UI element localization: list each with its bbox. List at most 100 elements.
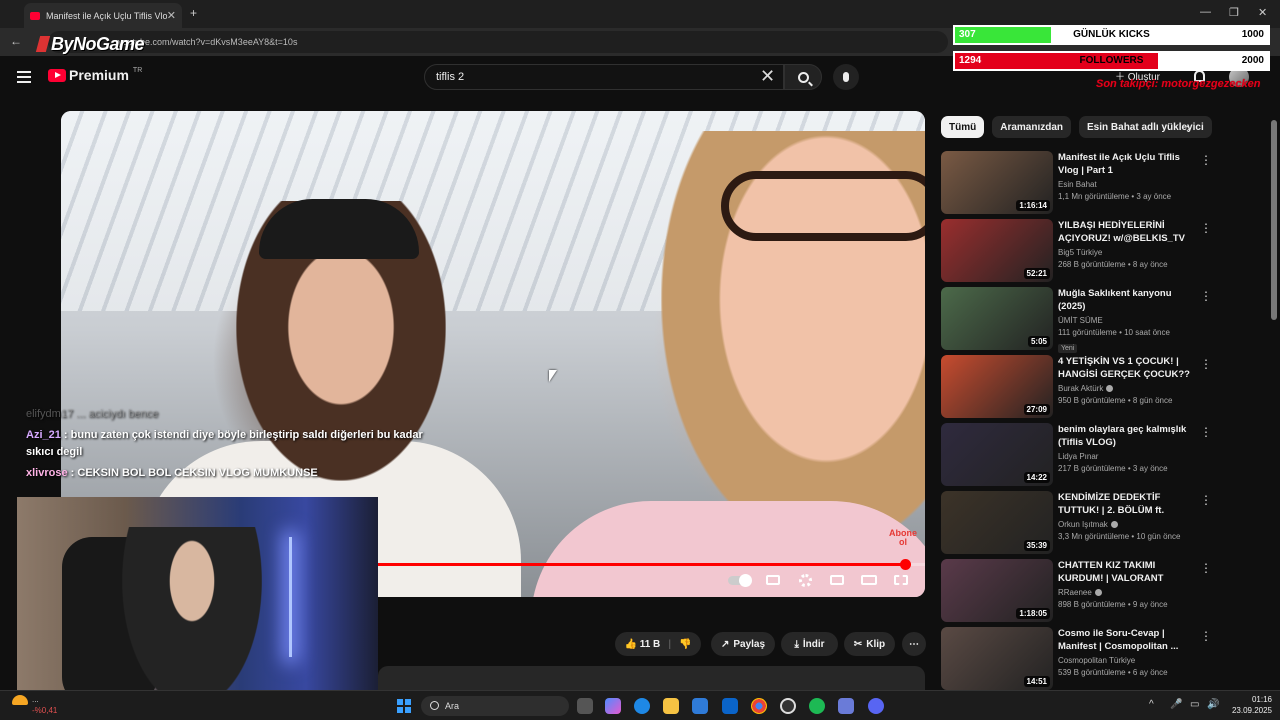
settings-gear-icon[interactable] — [796, 573, 814, 587]
edge-icon[interactable] — [634, 698, 650, 714]
tray-volume-icon[interactable]: 🔊 — [1207, 699, 1219, 710]
video-title[interactable]: YILBAŞI HEDİYELERİNİ AÇIYORUZ! w/@BELKIS… — [1058, 219, 1194, 245]
recommendation-item[interactable]: 52:21 YILBAŞI HEDİYELERİNİ AÇIYORUZ! w/@B… — [941, 219, 1212, 283]
tray-network-icon[interactable]: ▭ — [1190, 699, 1199, 710]
subtitles-icon[interactable] — [764, 573, 782, 587]
menu-icon[interactable] — [17, 71, 31, 83]
search-button[interactable] — [784, 64, 822, 90]
video-thumbnail[interactable]: 5:05 — [941, 287, 1053, 350]
video-thumbnail[interactable]: 14:51 — [941, 627, 1053, 690]
verified-check-icon — [1106, 385, 1114, 392]
video-thumbnail[interactable]: 27:09 — [941, 355, 1053, 418]
chip-all[interactable]: Tümü — [941, 116, 985, 138]
fullscreen-icon[interactable] — [892, 573, 910, 587]
new-tab-icon[interactable]: + — [190, 6, 197, 20]
taskbar-clock[interactable]: 01:16 23.09.2025 — [1228, 694, 1272, 716]
channel-name[interactable]: Esin Bahat — [1058, 180, 1194, 189]
video-thumbnail[interactable]: 52:21 — [941, 219, 1053, 282]
channel-name[interactable]: ÜMİT SÜME — [1058, 316, 1194, 325]
chrome-icon[interactable] — [751, 698, 767, 714]
more-options-icon[interactable]: ⋮ — [1200, 425, 1212, 439]
video-title[interactable]: Muğla Saklıkent kanyonu (2025) — [1058, 287, 1194, 313]
chevron-right-icon[interactable]: › — [1186, 120, 1190, 135]
outlook-icon[interactable] — [722, 698, 738, 714]
more-options-icon[interactable]: ⋮ — [1200, 493, 1212, 507]
more-options-icon[interactable]: ⋮ — [1200, 561, 1212, 575]
spotify-icon[interactable] — [809, 698, 825, 714]
channel-name[interactable]: Burak Aktürk — [1058, 384, 1194, 393]
browser-tab[interactable]: Manifest ile Açık Uçlu Tiflis Vlog ✕ — [24, 3, 182, 28]
github-icon[interactable] — [780, 698, 796, 714]
clip-button[interactable]: ✂ Klip — [844, 632, 895, 656]
youtube-logo[interactable]: Premium TR — [48, 67, 142, 83]
channel-name[interactable]: Big5 Türkiye — [1058, 248, 1194, 257]
chat-user: elifydm17 — [26, 408, 74, 420]
video-title[interactable]: CHATTEN KIZ TAKIMI KURDUM! | VALORANT RA… — [1058, 559, 1194, 585]
voice-search-button[interactable] — [833, 64, 859, 90]
video-title[interactable]: 4 YETİŞKİN VS 1 ÇOCUK! | HANGİSİ GERÇEK … — [1058, 355, 1194, 381]
file-explorer-icon[interactable] — [663, 698, 679, 714]
channel-name[interactable]: RRaenee — [1058, 588, 1194, 597]
channel-name[interactable]: Orkun Işıtmak — [1058, 520, 1194, 529]
more-options-icon[interactable]: ⋮ — [1200, 629, 1212, 643]
like-button[interactable]: 👍 11 B — [624, 639, 660, 650]
recommendation-item[interactable]: 14:22 benim olaylara geç kalmışlık (Tifli… — [941, 423, 1212, 487]
followers-label: FOLLOWERS — [1079, 55, 1144, 66]
video-stats: 217 B görüntüleme • 3 ay önce — [1058, 464, 1168, 473]
video-thumbnail[interactable]: 14:22 — [941, 423, 1053, 486]
video-thumbnail[interactable]: 1:18:05 — [941, 559, 1053, 622]
taskbar-search[interactable]: Ara — [421, 696, 569, 716]
task-view-icon[interactable] — [577, 698, 593, 714]
more-options-icon[interactable]: ⋮ — [1200, 221, 1212, 235]
url-field[interactable]: youtube.com/watch?v=dKvsM3eeAY8&t=10s — [48, 31, 948, 53]
subscribe-watermark[interactable]: Abone ol — [889, 529, 917, 557]
store-icon[interactable] — [692, 698, 708, 714]
search-input[interactable]: tiflis 2 — [424, 64, 784, 90]
recommendation-item[interactable]: 1:18:05 CHATTEN KIZ TAKIMI KURDUM! | VALO… — [941, 559, 1212, 623]
close-window-icon[interactable]: ✕ — [1258, 6, 1267, 19]
windows-start-icon[interactable] — [397, 699, 411, 713]
channel-name[interactable]: Cosmopolitan Türkiye — [1058, 656, 1194, 665]
sidebar-scrollbar[interactable] — [1271, 100, 1277, 686]
chip-uploader[interactable]: Esin Bahat adlı yükleyici — [1079, 116, 1212, 138]
new-badge: Yeni — [1058, 344, 1078, 353]
miniplayer-icon[interactable] — [828, 573, 846, 587]
channel-name[interactable]: Lidya Pınar — [1058, 452, 1194, 461]
clear-search-icon[interactable]: ✕ — [760, 66, 775, 86]
share-button[interactable]: ↗ Paylaş — [711, 632, 775, 656]
download-button[interactable]: ⤓ İndir — [781, 632, 838, 656]
chip-from-search[interactable]: Aramanızdan — [992, 116, 1072, 138]
video-title[interactable]: benim olaylara geç kalmışlık (Tiflis VLO… — [1058, 423, 1194, 449]
restore-icon[interactable]: ❐ — [1229, 6, 1239, 19]
progress-scrubber-handle[interactable] — [899, 559, 911, 570]
video-thumbnail[interactable]: 35:39 — [941, 491, 1053, 554]
recommendation-item[interactable]: 5:05 Muğla Saklıkent kanyonu (2025) ÜMİT S… — [941, 287, 1212, 353]
description-box[interactable] — [378, 666, 925, 690]
like-dislike-group: 👍 11 B | 👎 — [615, 632, 701, 656]
weather-widget[interactable]: ... -%0,41 — [12, 694, 57, 716]
video-title[interactable]: Cosmo ile Soru-Cevap | Manifest | Cosmop… — [1058, 627, 1194, 653]
video-title[interactable]: Manifest ile Açık Uçlu Tiflis Vlog | Par… — [1058, 151, 1194, 177]
tray-expand-icon[interactable]: ^ — [1149, 699, 1154, 710]
video-title[interactable]: KENDİMİZE DEDEKTİF TUTTUK! | 2. BÖLÜM ft… — [1058, 491, 1194, 517]
more-options-icon[interactable]: ⋮ — [1200, 357, 1212, 371]
recommendation-item[interactable]: 1:16:14 Manifest ile Açık Uçlu Tiflis Vlo… — [941, 151, 1212, 215]
recommendation-item[interactable]: 35:39 KENDİMİZE DEDEKTİF TUTTUK! | 2. BÖL… — [941, 491, 1212, 555]
copilot-icon[interactable] — [605, 698, 621, 714]
minimize-icon[interactable]: — — [1200, 6, 1211, 18]
scrollbar-thumb[interactable] — [1271, 120, 1277, 320]
autoplay-toggle[interactable] — [728, 574, 752, 587]
video-thumbnail[interactable]: 1:16:14 — [941, 151, 1053, 214]
more-options-icon[interactable]: ⋮ — [1200, 153, 1212, 167]
recommendation-item[interactable]: 14:51 Cosmo ile Soru-Cevap | Manifest | C… — [941, 627, 1212, 691]
back-arrow-icon[interactable]: ← — [10, 34, 22, 48]
theater-mode-icon[interactable] — [860, 573, 878, 587]
recommendation-item[interactable]: 27:09 4 YETİŞKİN VS 1 ÇOCUK! | HANGİSİ GE… — [941, 355, 1212, 419]
more-options-icon[interactable]: ⋮ — [1200, 289, 1212, 303]
app-icon[interactable] — [838, 698, 854, 714]
dislike-icon[interactable]: 👎 — [679, 639, 691, 650]
more-actions-button[interactable]: ⋯ — [902, 632, 926, 656]
tray-microphone-icon[interactable]: 🎤 — [1170, 699, 1182, 710]
discord-icon[interactable] — [868, 698, 884, 714]
close-tab-icon[interactable]: ✕ — [167, 9, 176, 22]
